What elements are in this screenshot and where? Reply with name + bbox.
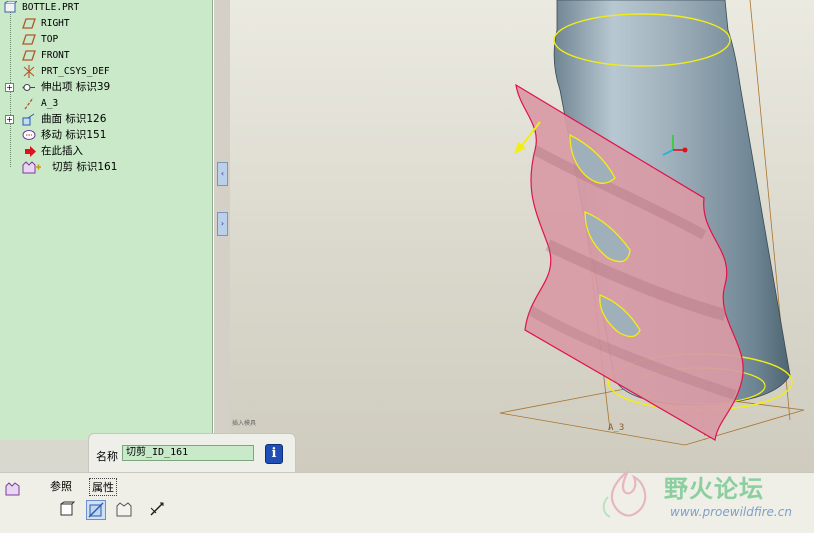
- cut-mode-button[interactable]: [115, 500, 135, 520]
- axis-label: A_3: [608, 423, 624, 433]
- name-label: 名称: [96, 450, 118, 463]
- watermark-brand: 野火论坛: [664, 475, 764, 503]
- watermark-url: www.proewildfire.cn: [670, 505, 792, 519]
- properties-panel: 名称 切剪_ID_161 i: [88, 433, 296, 472]
- part-icon: [4, 1, 17, 13]
- flame-logo-icon: [602, 470, 647, 518]
- forum-watermark: 野火论坛 www.proewildfire.cn: [598, 465, 808, 527]
- tree-item-label: 移动 标识151: [41, 129, 107, 141]
- tree-item-label: 切剪 标识161: [52, 161, 118, 173]
- tab-references[interactable]: 参照: [50, 478, 72, 494]
- expand-toggle[interactable]: +: [5, 115, 14, 124]
- tree-item-label: TOP: [41, 34, 59, 45]
- tab-properties[interactable]: 属性: [89, 478, 117, 496]
- collapse-left-button[interactable]: ‹: [217, 162, 228, 186]
- expand-toggle[interactable]: +: [5, 83, 14, 92]
- solid-icon: [60, 501, 76, 516]
- surface-mode-button[interactable]: [86, 500, 106, 520]
- move-icon: [22, 130, 36, 140]
- datum-plane-icon: [22, 50, 36, 61]
- flip-direction-icon: [150, 502, 164, 516]
- graphics-viewport[interactable]: A_3: [230, 0, 814, 472]
- cut-mode-icon: [116, 502, 132, 517]
- info-button[interactable]: i: [265, 444, 283, 464]
- model-canvas[interactable]: A_3: [230, 0, 814, 472]
- tree-item-label: FRONT: [41, 50, 70, 61]
- coordinate-system-icon: [23, 65, 35, 78]
- cut-feature-icon: [5, 482, 20, 496]
- tree-item-label: 曲面 标识126: [41, 113, 107, 125]
- panel-splitter[interactable]: ‹ ›: [213, 0, 231, 440]
- tree-item-label: A_3: [41, 98, 59, 109]
- flip-direction-button[interactable]: [148, 500, 168, 520]
- expand-right-button[interactable]: ›: [217, 212, 228, 236]
- viewport-note: 插入模具: [232, 420, 257, 427]
- cut-icon: [22, 161, 41, 174]
- datum-plane-icon: [22, 18, 36, 29]
- tree-root-label: BOTTLE.PRT: [22, 2, 80, 13]
- tree-item-label: 在此插入: [41, 145, 83, 157]
- name-field[interactable]: 切剪_ID_161: [122, 445, 254, 461]
- solid-button[interactable]: [58, 500, 78, 520]
- extrude-icon: [22, 84, 35, 91]
- surface-mode-icon: [88, 502, 104, 518]
- datum-plane-icon: [22, 34, 36, 45]
- tree-item-label: RIGHT: [41, 18, 70, 29]
- tree-item-label: 伸出项 标识39: [41, 81, 111, 93]
- surface-icon: [22, 113, 35, 126]
- datum-axis-icon: [24, 97, 34, 110]
- model-tree[interactable]: BOTTLE.PRT RIGHT TOP FRONT PRT_CSYS_DEF …: [0, 0, 213, 440]
- tree-item-label: PRT_CSYS_DEF: [41, 66, 110, 77]
- insert-here-arrow-icon: [25, 146, 36, 157]
